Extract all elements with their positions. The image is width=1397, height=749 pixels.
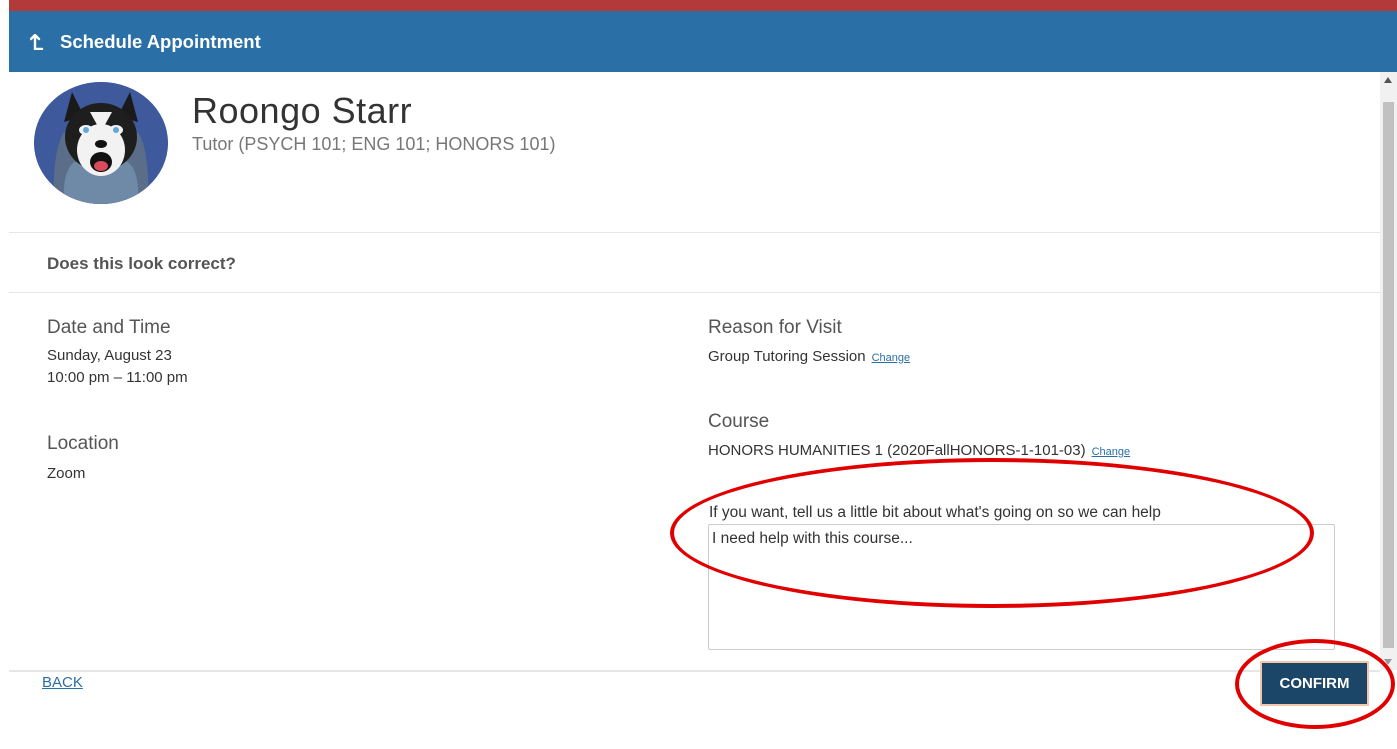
scrollbar-thumb[interactable] <box>1383 102 1394 648</box>
change-course-link[interactable]: Change <box>1092 446 1131 458</box>
tutor-profile: Roongo Starr Tutor (PSYCH 101; ENG 101; … <box>34 82 555 204</box>
appointment-date: Sunday, August 23 <box>47 347 172 364</box>
change-reason-link[interactable]: Change <box>872 352 911 364</box>
husky-mascot-icon <box>34 82 168 204</box>
location-value: Zoom <box>47 465 86 482</box>
help-notes-textarea[interactable] <box>708 524 1335 650</box>
back-button[interactable]: BACK <box>42 674 83 691</box>
page-title: Schedule Appointment <box>60 30 261 52</box>
vertical-scrollbar[interactable] <box>1380 72 1397 670</box>
reason-row: Group Tutoring Session Change <box>708 346 910 369</box>
divider <box>9 232 1380 233</box>
tutor-role: Tutor (PSYCH 101; ENG 101; HONORS 101) <box>192 134 556 154</box>
confirm-button[interactable]: CONFIRM <box>1260 661 1369 706</box>
divider <box>9 292 1380 293</box>
help-prompt: If you want, tell us a little bit about … <box>709 504 1161 521</box>
header-bar: Schedule Appointment <box>9 11 1397 72</box>
reason-label: Reason for Visit <box>708 317 842 338</box>
top-notification-strip <box>9 0 1397 11</box>
date-time-label: Date and Time <box>47 317 171 338</box>
reason-value: Group Tutoring Session <box>708 348 866 365</box>
footer-divider <box>9 670 1380 672</box>
course-row: HONORS HUMANITIES 1 (2020FallHONORS-1-10… <box>708 440 1130 463</box>
tutor-name: Roongo Starr <box>192 90 413 131</box>
scroll-up-icon[interactable] <box>1384 77 1392 83</box>
confirm-prompt: Does this look correct? <box>47 254 236 273</box>
avatar <box>34 82 168 204</box>
location-label: Location <box>47 433 119 454</box>
course-value: HONORS HUMANITIES 1 (2020FallHONORS-1-10… <box>708 442 1086 459</box>
profile-text: Roongo Starr Tutor (PSYCH 101; ENG 101; … <box>192 90 555 204</box>
schedule-appointment-page: Schedule Appointment Roongo Starr Tutor … <box>9 0 1397 749</box>
appointment-time: 10:00 pm – 11:00 pm <box>47 369 188 386</box>
scroll-down-icon[interactable] <box>1384 659 1392 665</box>
date-time-value: Sunday, August 23 10:00 pm – 11:00 pm <box>47 345 188 389</box>
back-arrow-icon[interactable] <box>30 33 44 50</box>
course-label: Course <box>708 411 770 432</box>
